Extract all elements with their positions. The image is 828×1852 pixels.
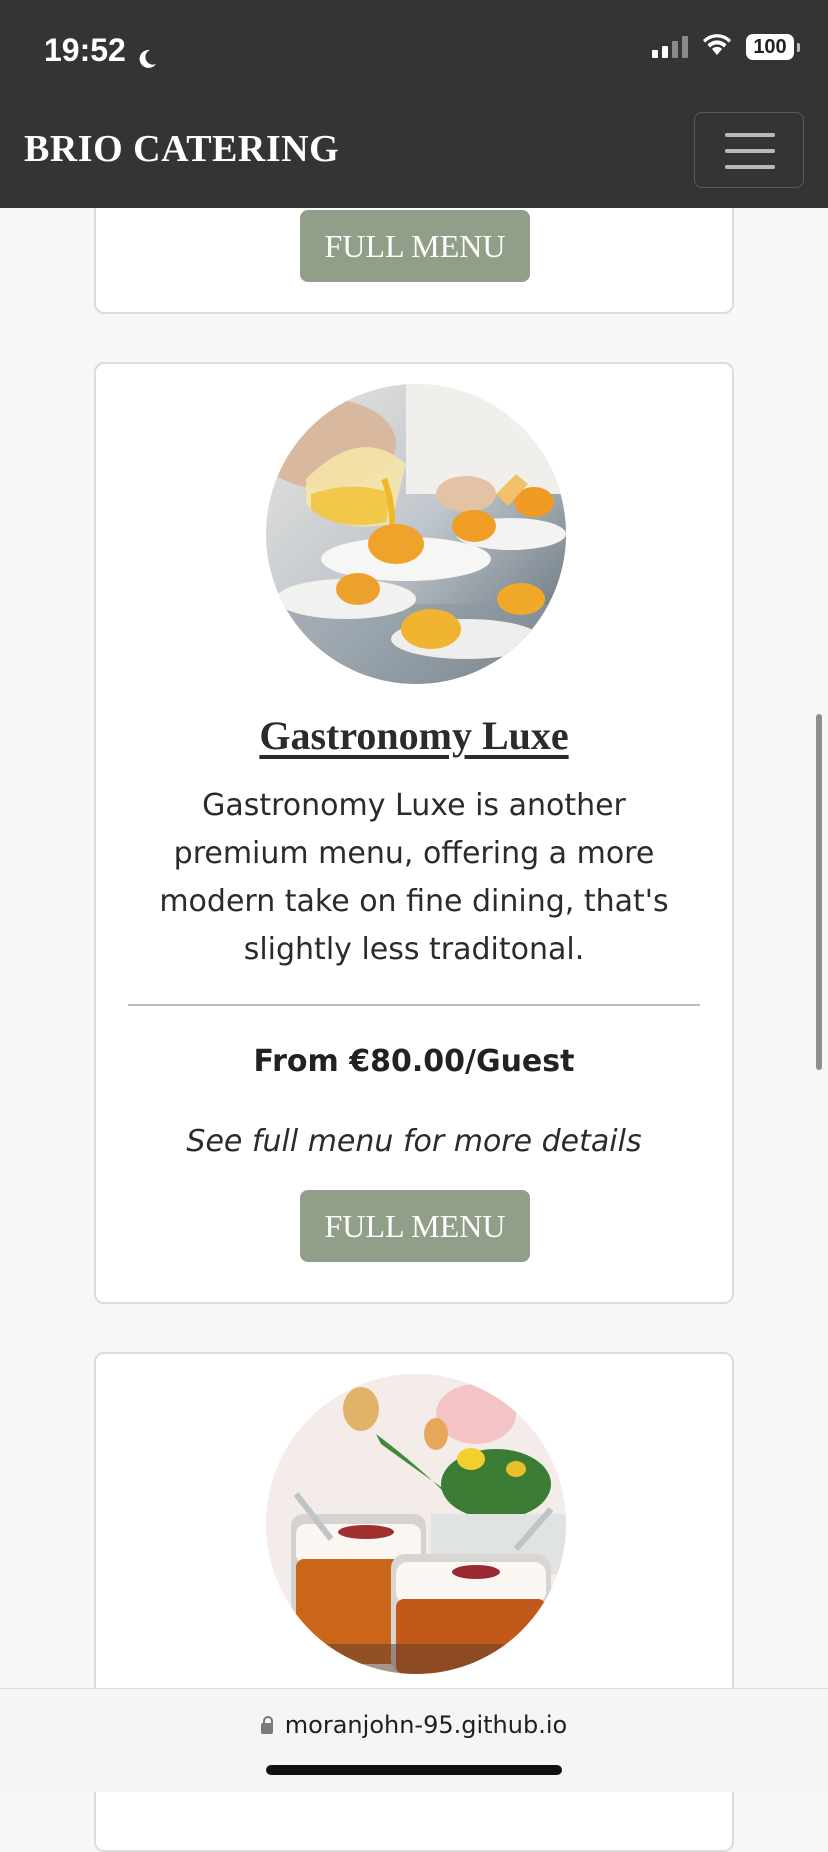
url-display[interactable]: moranjohn-95.github.io [0, 1711, 828, 1739]
menu-card-image [266, 384, 566, 684]
lock-icon [260, 1716, 273, 1734]
status-indicators: 100 [652, 34, 800, 60]
page-scrollbar[interactable] [816, 714, 822, 1070]
header: 19:52 100 BRIO CATERING [0, 0, 828, 208]
cellular-signal-icon [652, 36, 688, 58]
full-menu-button[interactable]: FULL MENU [300, 210, 530, 282]
menu-card-note: See full menu for more details [186, 1124, 642, 1159]
menu-card-gastronomy-luxe: Gastronomy Luxe Gastronomy Luxe is anoth… [94, 362, 734, 1304]
hamburger-menu-icon [725, 133, 775, 137]
status-time: 19:52 [44, 30, 158, 70]
menu-toggle-button[interactable] [694, 112, 804, 188]
battery-icon: 100 [746, 34, 800, 60]
hamburger-menu-icon-bar [725, 165, 775, 169]
browser-url-bar[interactable]: moranjohn-95.github.io [0, 1688, 828, 1792]
moon-icon [136, 39, 158, 68]
status-time-text: 19:52 [44, 32, 126, 68]
menu-card-title[interactable]: Gastronomy Luxe [96, 712, 732, 759]
url-text: moranjohn-95.github.io [284, 1711, 568, 1739]
menu-card-image [266, 1374, 566, 1674]
home-indicator[interactable] [266, 1765, 562, 1775]
wifi-icon [702, 34, 732, 60]
full-menu-button[interactable]: FULL MENU [300, 1190, 530, 1262]
hamburger-menu-icon-bar [725, 149, 775, 153]
menu-card-price: From €80.00/Guest [253, 1044, 575, 1079]
menu-card-divider [128, 1004, 700, 1006]
menu-card-description: Gastronomy Luxe is another premium menu,… [159, 788, 669, 967]
brand-logo[interactable]: BRIO CATERING [24, 124, 339, 174]
